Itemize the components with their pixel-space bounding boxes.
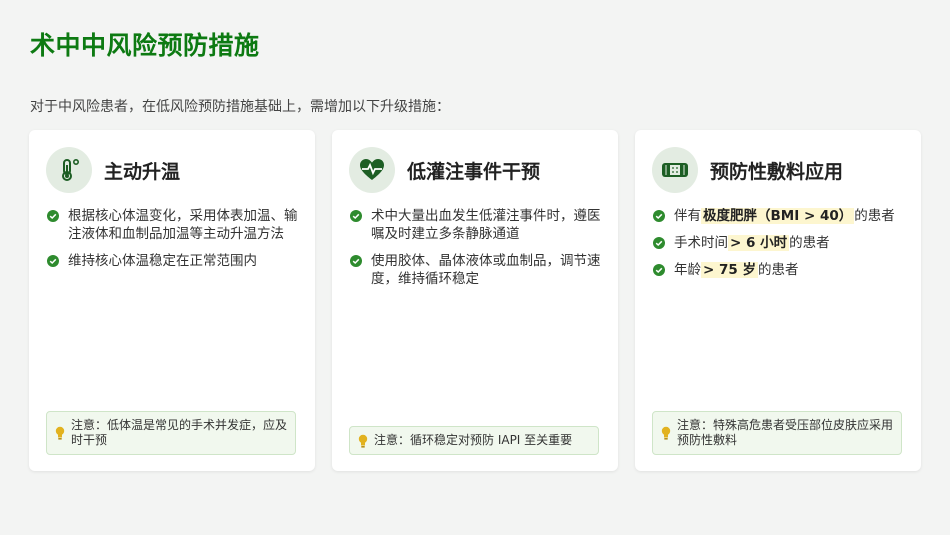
card-preventive-dressing: 预防性敷料应用 伴有 极度肥胖（BMI > 40） 的患者 手术时间 > 6 小时 的患… xyxy=(635,130,921,471)
lightbulb-icon xyxy=(661,426,671,440)
card-title: 低灌注事件干预 xyxy=(407,160,541,183)
thermometer-icon xyxy=(46,147,92,193)
check-circle-icon xyxy=(350,255,362,267)
check-circle-icon xyxy=(653,210,665,222)
list-item: 术中大量出血发生低灌注事件时，遵医嘱及时建立多条静脉通道 xyxy=(350,207,604,243)
highlight: > 6 小时 xyxy=(728,235,790,251)
intro-text: 对于中风险患者，在低风险预防措施基础上，需增加以下升级措施： xyxy=(30,99,450,115)
check-circle-icon xyxy=(653,264,665,276)
bullet-text: 根据核心体温变化，采用体表加温、输注液体和血制品加温等主动升温方法 xyxy=(68,208,298,242)
lightbulb-icon xyxy=(55,426,65,440)
list-item: 根据核心体温变化，采用体表加温、输注液体和血制品加温等主动升温方法 xyxy=(47,207,301,243)
check-circle-icon xyxy=(47,255,59,267)
bullet-text: 年龄 > 75 岁的患者 xyxy=(674,262,799,278)
card-title: 主动升温 xyxy=(104,160,181,183)
lightbulb-icon xyxy=(358,434,368,448)
note-box: 注意：特殊高危患者受压部位皮肤应采用预防性敷料 xyxy=(652,411,902,455)
list-item: 年龄 > 75 岁的患者 xyxy=(653,261,907,279)
note-box: 注意：低体温是常见的手术并发症，应及时干预 xyxy=(46,411,296,455)
note-text: 注意：低体温是常见的手术并发症，应及时干预 xyxy=(71,418,288,447)
list-item: 手术时间 > 6 小时 的患者 xyxy=(653,234,907,252)
note-box: 注意：循环稳定对预防 IAPI 至关重要 xyxy=(349,426,599,455)
card-active-warming: 主动升温 根据核心体温变化，采用体表加温、输注液体和血制品加温等主动升温方法 维… xyxy=(29,130,315,471)
bullet-text: 维持核心体温稳定在正常范围内 xyxy=(68,253,257,269)
card-title: 预防性敷料应用 xyxy=(710,160,844,183)
bullet-text: 伴有 极度肥胖（BMI > 40） 的患者 xyxy=(674,208,895,224)
highlight: > 75 岁 xyxy=(701,262,758,278)
highlight: 极度肥胖（BMI > 40） xyxy=(701,208,855,224)
bullet-text: 使用胶体、晶体液体或血制品，调节速度，维持循环稳定 xyxy=(371,253,601,287)
note-text: 注意：特殊高危患者受压部位皮肤应采用预防性敷料 xyxy=(677,418,894,447)
note-text: 注意：循环稳定对预防 IAPI 至关重要 xyxy=(374,433,573,447)
check-circle-icon xyxy=(350,210,362,222)
card-hypoperfusion: 低灌注事件干预 术中大量出血发生低灌注事件时，遵医嘱及时建立多条静脉通道 使用胶… xyxy=(332,130,618,471)
bandage-icon xyxy=(652,147,698,193)
check-circle-icon xyxy=(653,237,665,249)
list-item: 维持核心体温稳定在正常范围内 xyxy=(47,252,301,270)
page-title: 术中中风险预防措施 xyxy=(30,31,260,60)
bullet-text: 术中大量出血发生低灌注事件时，遵医嘱及时建立多条静脉通道 xyxy=(371,208,601,242)
bullet-text: 手术时间 > 6 小时 的患者 xyxy=(674,235,830,251)
list-item: 伴有 极度肥胖（BMI > 40） 的患者 xyxy=(653,207,907,225)
list-item: 使用胶体、晶体液体或血制品，调节速度，维持循环稳定 xyxy=(350,252,604,288)
check-circle-icon xyxy=(47,210,59,222)
heart-pulse-icon xyxy=(349,147,395,193)
